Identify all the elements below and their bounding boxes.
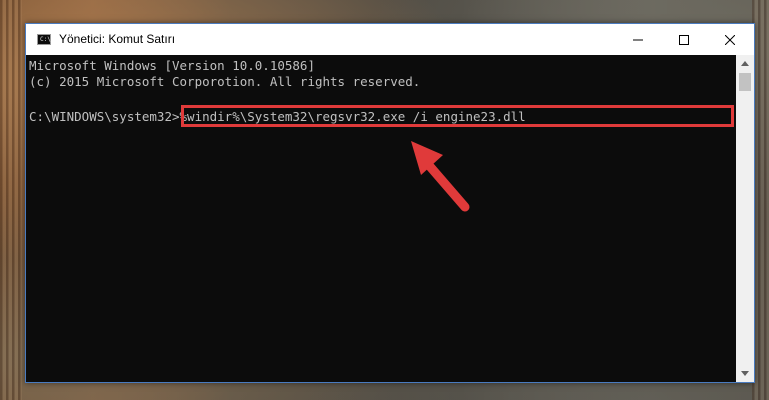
cmd-icon: C:\ <box>37 34 51 45</box>
window-title: Yönetici: Komut Satırı <box>59 32 176 46</box>
command-prompt-window[interactable]: C:\ Yönetici: Komut Satırı Microsoft Win… <box>25 23 755 383</box>
minimize-icon <box>633 39 643 40</box>
scroll-thumb[interactable] <box>739 73 751 91</box>
command-highlight-box <box>181 105 734 127</box>
maximize-icon <box>679 34 689 45</box>
vertical-scrollbar[interactable] <box>736 55 754 382</box>
chevron-up-icon <box>741 61 749 66</box>
chevron-down-icon <box>741 371 749 376</box>
scroll-down-button[interactable] <box>736 365 754 382</box>
wallpaper-bark-left <box>0 0 22 400</box>
close-icon <box>725 34 735 45</box>
minimize-button[interactable] <box>615 24 661 55</box>
console-line-copyright: (c) 2015 Microsoft Corporotion. All righ… <box>29 74 421 89</box>
title-bar[interactable]: C:\ Yönetici: Komut Satırı <box>26 24 754 55</box>
pointer-arrow-icon <box>411 141 470 212</box>
console-output[interactable]: Microsoft Windows [Version 10.0.10586] (… <box>26 55 736 382</box>
maximize-button[interactable] <box>661 24 707 55</box>
console-prompt: C:\WINDOWS\system32> <box>29 109 180 124</box>
console-line-version: Microsoft Windows [Version 10.0.10586] <box>29 58 315 73</box>
scroll-up-button[interactable] <box>736 55 754 72</box>
close-button[interactable] <box>707 24 753 55</box>
